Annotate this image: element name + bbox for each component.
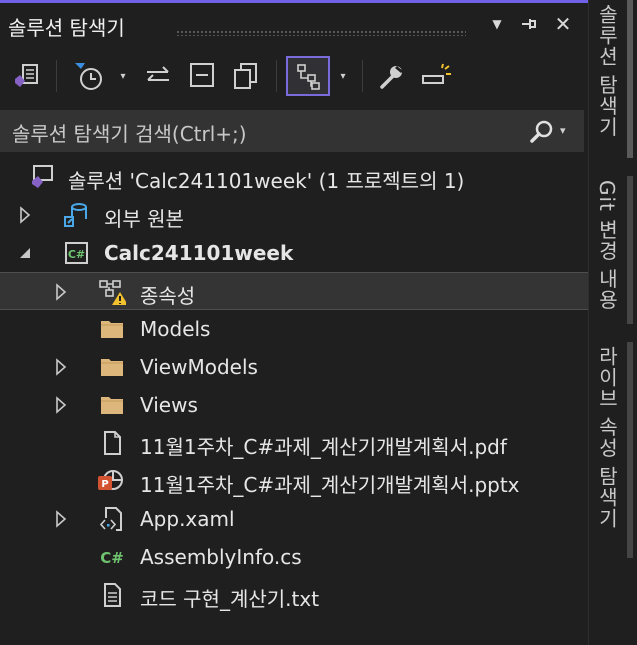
- xaml-file-icon: [99, 507, 122, 531]
- dropdown-arrow-icon: ▾: [340, 70, 346, 82]
- collapse-all-button[interactable]: [182, 56, 222, 96]
- expand-chevron-icon[interactable]: [54, 510, 68, 528]
- wrench-icon: [380, 66, 403, 89]
- tree-item-txt-file[interactable]: 코드 구현_계산기.txt: [0, 576, 588, 614]
- toolbar-separator: [56, 60, 57, 92]
- tree-item-label: Calc241101week: [104, 241, 294, 265]
- tree-item-label: App.xaml: [140, 507, 235, 531]
- tree-item-solution[interactable]: 솔루션 'Calc241101week' (1 프로젝트의 1): [0, 158, 588, 196]
- tree-item-label: 외부 원본: [104, 207, 184, 231]
- tree-item-label: 솔루션 'Calc241101week' (1 프로젝트의 1): [68, 169, 465, 193]
- toolbar-separator: [276, 60, 277, 92]
- preview-button[interactable]: [416, 56, 458, 96]
- folder-icon: [101, 321, 123, 338]
- side-tab-label: Git 변경 내용: [595, 180, 619, 311]
- document-file-icon: [104, 431, 121, 455]
- side-tab-label: 라이브 속성 탐색기: [595, 346, 619, 529]
- tree-item-label: 11월1주차_C#과제_계산기개발계획서.pptx: [140, 473, 520, 497]
- svg-text:C#: C#: [100, 549, 124, 567]
- search-icon[interactable]: [528, 118, 556, 146]
- search-box[interactable]: 솔루션 탐색기 검색(Ctrl+;) ▾: [0, 110, 584, 152]
- side-tab-strip: 솔루션 탐색기 Git 변경 내용 라이브 속성 탐색기: [588, 0, 637, 645]
- sync-with-active-document-button[interactable]: [138, 56, 178, 96]
- tree-item-label: Models: [140, 317, 211, 341]
- search-placeholder: 솔루션 탐색기 검색(Ctrl+;): [12, 122, 247, 146]
- sync-arrows-icon: [147, 66, 169, 81]
- tree-item-label: 코드 구현_계산기.txt: [140, 587, 320, 611]
- tree-item-assemblyinfo[interactable]: C# AssemblyInfo.cs: [0, 538, 588, 576]
- csharp-file-icon: C#: [100, 549, 124, 567]
- tree-item-app-xaml[interactable]: App.xaml: [0, 500, 588, 538]
- tab-indicator: [627, 0, 633, 158]
- tree-item-pptx-file[interactable]: P 11월1주차_C#과제_계산기개발계획서.pptx: [0, 462, 588, 500]
- history-clock-icon: [75, 63, 102, 90]
- show-all-files-button[interactable]: [226, 56, 266, 96]
- expand-chevron-icon[interactable]: [54, 358, 68, 376]
- toolbar: ▾ ▾: [0, 52, 588, 104]
- switch-views-icon: [15, 64, 38, 87]
- folder-icon: [101, 397, 123, 414]
- solution-icon: [32, 165, 53, 188]
- tree-item-label: Views: [140, 393, 198, 417]
- svg-text:C#: C#: [68, 248, 85, 261]
- powerpoint-file-icon: P: [98, 470, 123, 490]
- folder-icon: [101, 359, 123, 376]
- solution-explorer-panel: 솔루션 탐색기 ▼ ✕ ▾ ▾ 솔루션 탐색기 검색(Ctrl+;) ▾ 솔루션…: [0, 0, 588, 645]
- collapse-chevron-icon[interactable]: [18, 244, 32, 262]
- svg-text:P: P: [101, 479, 108, 490]
- tree-item-dependencies[interactable]: 종속성: [0, 272, 588, 310]
- tree-item-label: 종속성: [140, 284, 196, 308]
- tree-item-label: ViewModels: [140, 355, 258, 379]
- pending-changes-dropdown[interactable]: ▾: [112, 56, 134, 96]
- preview-highlight-icon: [422, 63, 451, 84]
- pin-icon: [522, 19, 536, 29]
- expand-chevron-icon[interactable]: [54, 396, 68, 414]
- close-button[interactable]: ✕: [552, 13, 574, 35]
- tree-item-views-folder[interactable]: Views: [0, 386, 588, 424]
- show-all-files-icon: [234, 63, 257, 89]
- text-file-icon: [104, 583, 121, 607]
- tree-item-external-sources[interactable]: 외부 원본: [0, 196, 588, 234]
- expand-chevron-icon[interactable]: [18, 206, 32, 224]
- dropdown-arrow-icon: ▾: [120, 70, 126, 82]
- toolbar-separator: [362, 60, 363, 92]
- search-options-dropdown[interactable]: ▾: [560, 124, 566, 137]
- tree-item-project[interactable]: C# Calc241101week: [0, 234, 588, 272]
- tab-indicator: [627, 176, 633, 324]
- tree-item-pdf-file[interactable]: 11월1주차_C#과제_계산기개발계획서.pdf: [0, 424, 588, 462]
- collapse-all-icon: [190, 63, 214, 87]
- dependencies-warning-icon: [99, 280, 126, 305]
- tree-item-viewmodels-folder[interactable]: ViewModels: [0, 348, 588, 386]
- tree-item-label: 11월1주차_C#과제_계산기개발계획서.pdf: [140, 435, 507, 459]
- side-tab-git-changes[interactable]: Git 변경 내용: [589, 176, 637, 324]
- drag-grip[interactable]: [176, 30, 466, 36]
- tree-item-models-folder[interactable]: Models: [0, 310, 588, 348]
- tab-indicator: [627, 342, 633, 558]
- external-database-icon: [64, 203, 87, 227]
- side-tab-label: 솔루션 탐색기: [595, 4, 619, 138]
- side-tab-live-property-explorer[interactable]: 라이브 속성 탐색기: [589, 342, 637, 558]
- preview-selected-items-button[interactable]: [286, 56, 330, 96]
- expand-chevron-icon[interactable]: [54, 283, 68, 301]
- side-tab-solution-explorer[interactable]: 솔루션 탐색기: [589, 0, 637, 158]
- title-bar: 솔루션 탐색기 ▼ ✕: [0, 3, 588, 41]
- switch-views-button[interactable]: [6, 56, 46, 96]
- tree-hierarchy-icon: [297, 64, 320, 90]
- window-position-dropdown-button[interactable]: ▼: [486, 13, 508, 35]
- csharp-project-icon: C#: [65, 242, 88, 264]
- tree-item-label: AssemblyInfo.cs: [140, 545, 302, 569]
- pending-changes-filter-button[interactable]: [68, 56, 108, 96]
- view-options-dropdown[interactable]: ▾: [332, 56, 354, 96]
- properties-button[interactable]: [372, 56, 412, 96]
- pin-button[interactable]: [518, 13, 540, 35]
- panel-title: 솔루션 탐색기: [8, 16, 125, 40]
